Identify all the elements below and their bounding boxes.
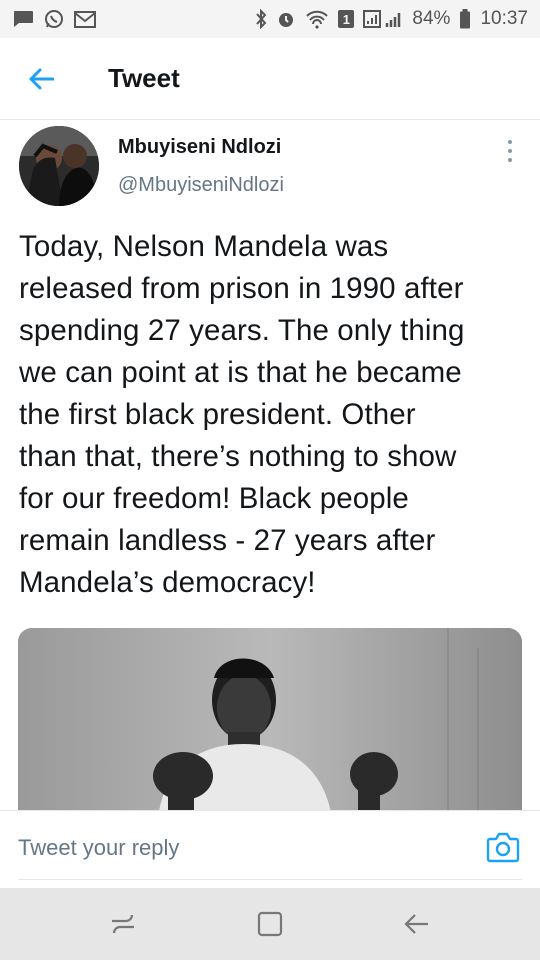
- back-button[interactable]: [6, 38, 76, 120]
- notification-icons: [12, 9, 96, 29]
- status-bar: 1 84% 10:37: [0, 0, 540, 38]
- tweet-text: Today, Nelson Mandela was released from …: [19, 230, 465, 599]
- recent-apps-icon: [112, 914, 135, 934]
- home-square-icon: [257, 911, 283, 937]
- author-handle[interactable]: @MbuyiseniNdlozi: [118, 174, 284, 197]
- camera-icon: [486, 832, 520, 863]
- author-name[interactable]: Mbuyiseni Ndlozi: [118, 136, 281, 159]
- alarm-icon: [276, 9, 296, 29]
- whatsapp-icon: [44, 9, 64, 29]
- reply-composer: Tweet your reply: [0, 810, 540, 888]
- more-dot: [508, 149, 512, 153]
- app-header: Tweet: [0, 38, 540, 120]
- page-title: Tweet: [108, 63, 180, 93]
- battery-percent: 84%: [412, 8, 451, 29]
- reply-underline: [18, 879, 522, 880]
- back-arrow-icon: [29, 68, 54, 89]
- wifi-icon: [305, 9, 329, 29]
- photo-image: [18, 628, 522, 818]
- reply-input[interactable]: Tweet your reply: [18, 835, 179, 861]
- system-nav-bar: [0, 888, 540, 960]
- tweet-author: Mbuyiseni Ndlozi @MbuyiseniNdlozi: [0, 120, 540, 212]
- home-button[interactable]: [240, 894, 300, 954]
- back-nav-icon: [404, 914, 428, 934]
- more-dot: [508, 158, 512, 162]
- gmail-icon: [74, 10, 96, 28]
- chat-bubble-icon: [12, 10, 34, 28]
- battery-icon: [459, 9, 471, 29]
- avatar[interactable]: [19, 126, 99, 206]
- sim-badge-icon: 1: [338, 10, 355, 28]
- tweet-photo[interactable]: [18, 628, 522, 818]
- clock: 10:37: [480, 8, 528, 29]
- system-status: 1 84% 10:37: [255, 8, 528, 30]
- signal-icon: [363, 9, 403, 29]
- tweet: Mbuyiseni Ndlozi @MbuyiseniNdlozi Today,…: [0, 120, 540, 818]
- bluetooth-icon: [255, 9, 267, 29]
- more-options-button[interactable]: [500, 136, 520, 166]
- camera-button[interactable]: [486, 831, 520, 863]
- back-nav-button[interactable]: [387, 894, 447, 954]
- recent-apps-button[interactable]: [93, 894, 153, 954]
- more-dot: [508, 140, 512, 144]
